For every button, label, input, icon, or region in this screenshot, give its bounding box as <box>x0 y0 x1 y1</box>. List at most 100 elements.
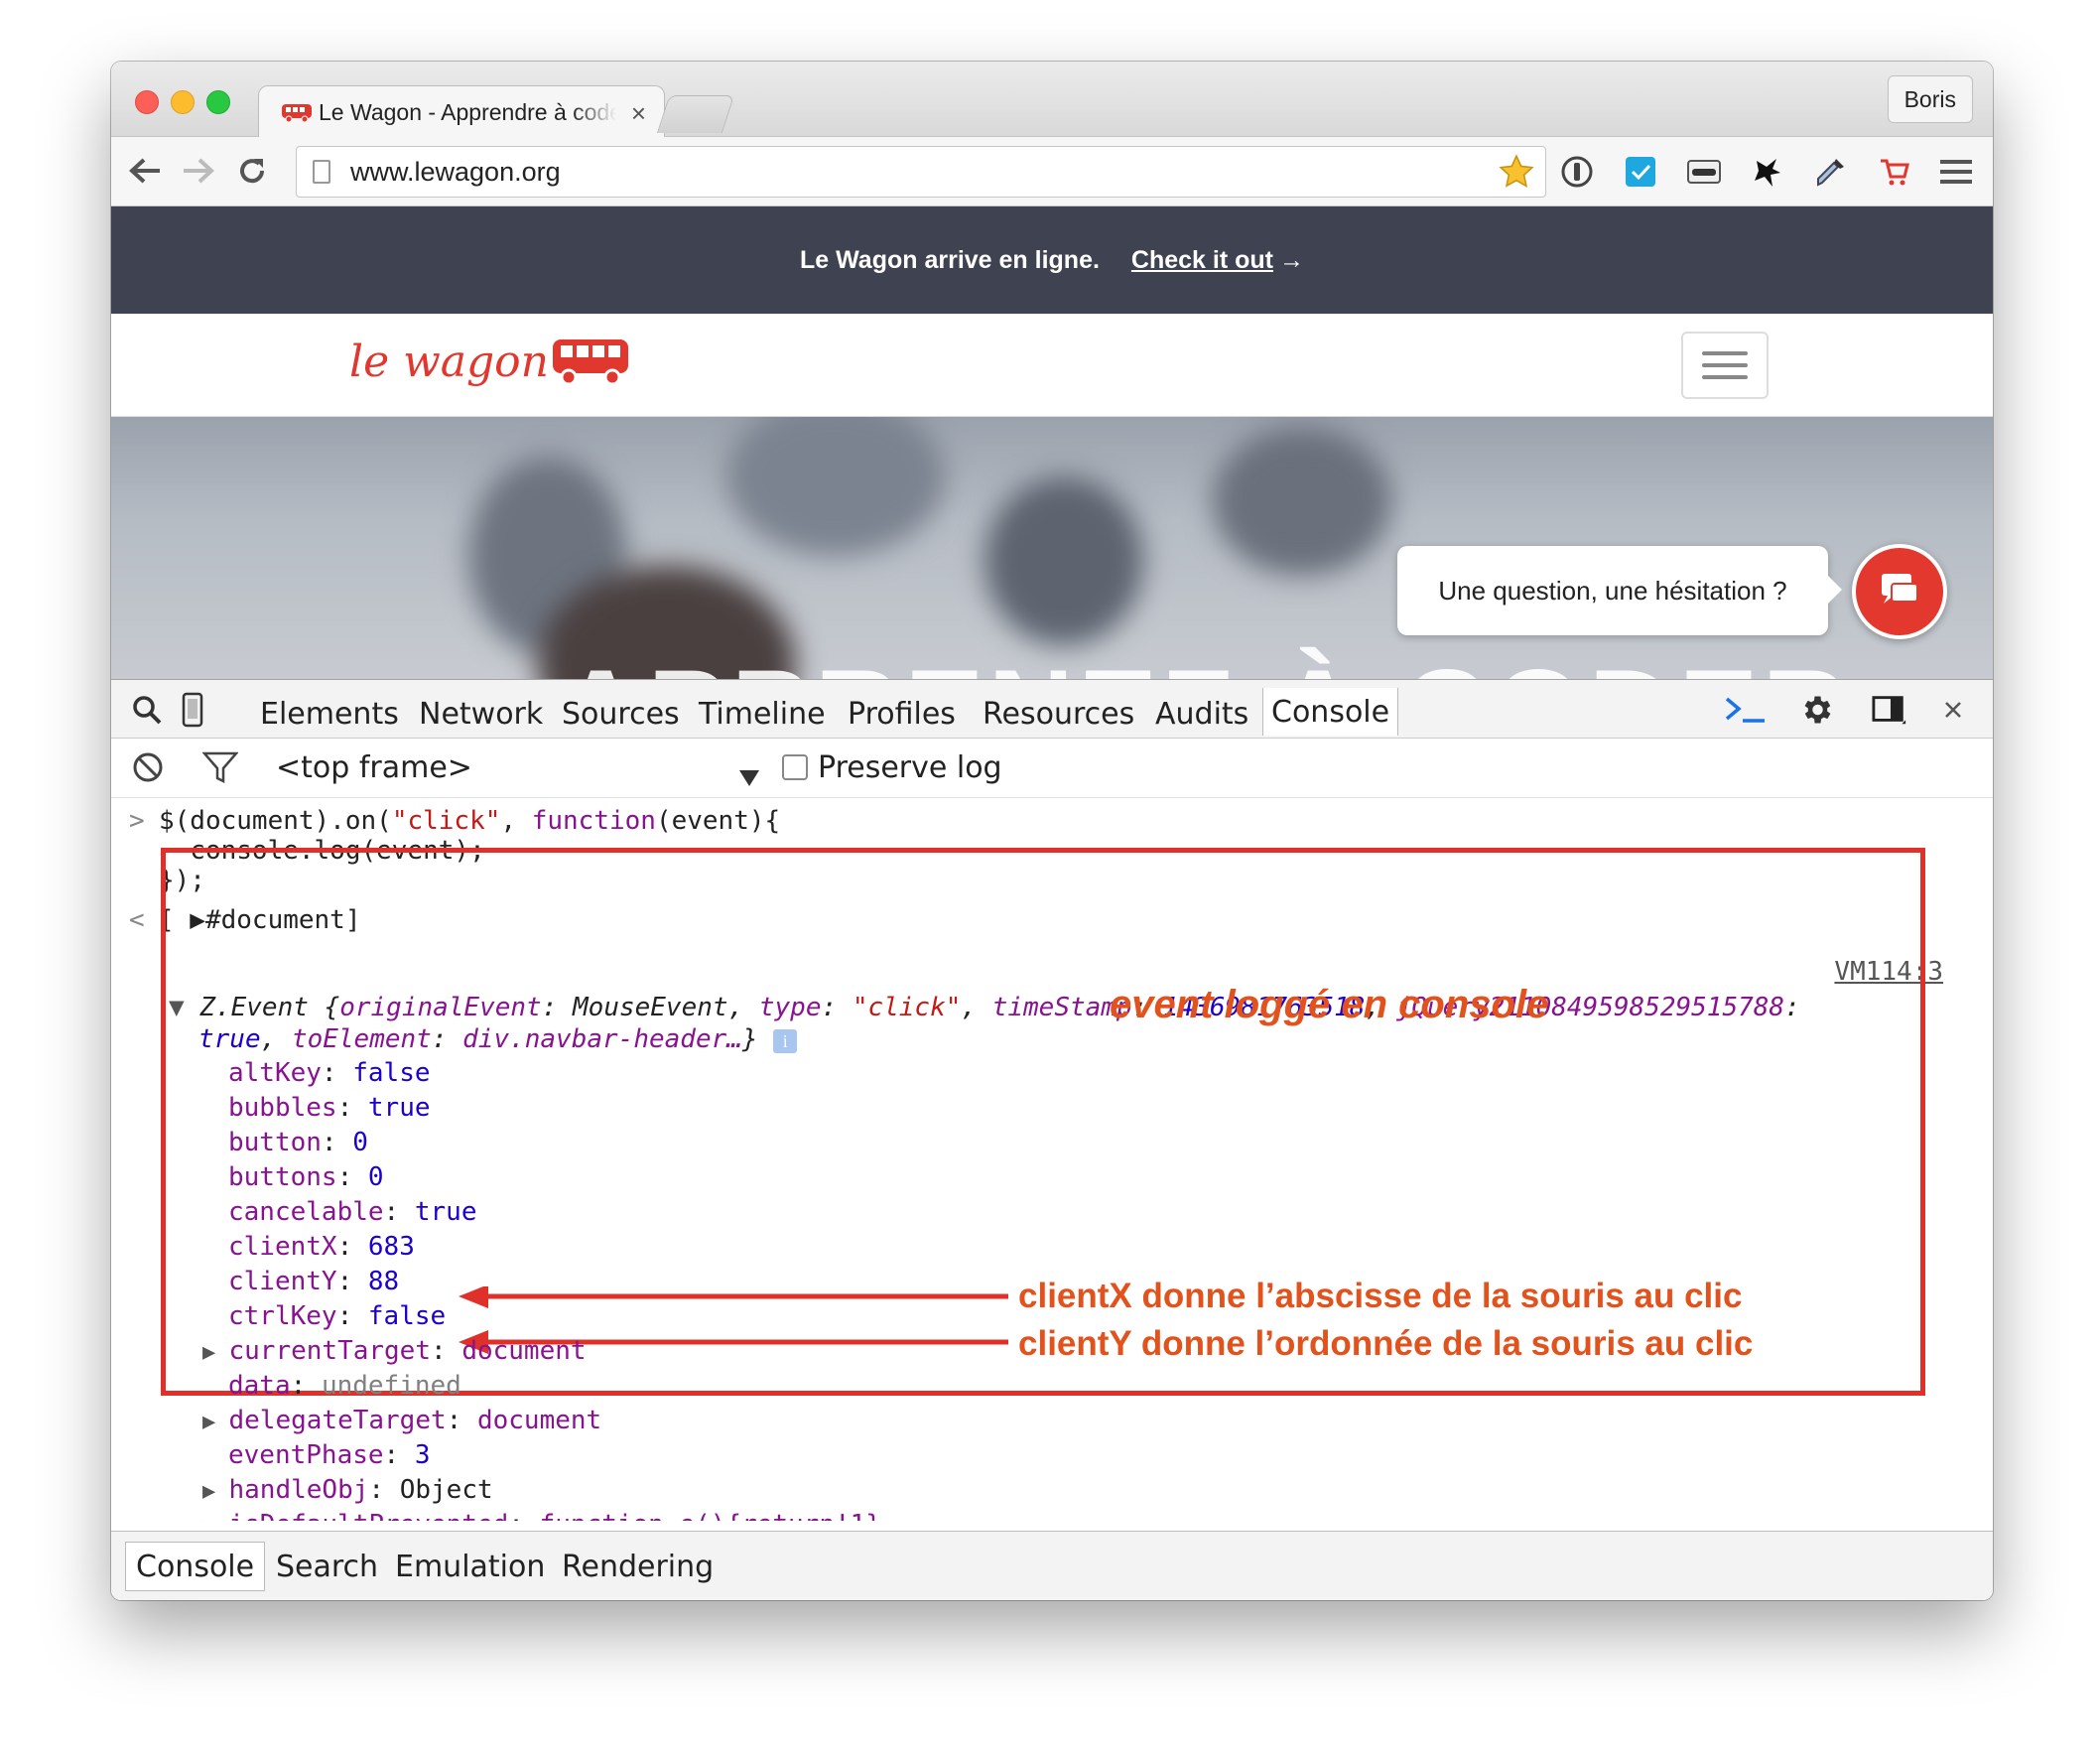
property-row[interactable]: ▶ handleObj: Object <box>202 1475 493 1505</box>
ninja-extension-icon[interactable] <box>1749 153 1786 191</box>
property-key: cancelable <box>228 1197 384 1227</box>
filter-funnel-icon[interactable] <box>201 750 239 792</box>
profile-button[interactable]: Boris <box>1887 75 1973 123</box>
property-value: false <box>367 1301 447 1331</box>
browser-toolbar: www.lewagon.org <box>111 137 1993 206</box>
property-row: clientX: 683 <box>228 1232 415 1262</box>
drawer-tab-rendering[interactable]: Rendering <box>562 1542 714 1591</box>
forward-arrow-icon <box>184 158 214 184</box>
expand-triangle-icon[interactable]: ▶ <box>202 1479 229 1504</box>
property-key: delegateTarget <box>228 1406 447 1435</box>
property-value: 0 <box>352 1128 368 1157</box>
chat-button[interactable] <box>1852 544 1947 639</box>
property-key: clientX <box>228 1232 337 1262</box>
back-button[interactable] <box>125 151 165 191</box>
device-mode-icon[interactable] <box>175 692 210 728</box>
tab-sources[interactable]: Sources <box>562 692 680 736</box>
page-icon <box>313 160 330 184</box>
address-bar[interactable]: www.lewagon.org <box>296 146 1546 198</box>
info-icon[interactable]: i <box>773 1029 798 1053</box>
preserve-log-label: Preserve log <box>818 750 1002 785</box>
url-text: www.lewagon.org <box>350 156 561 187</box>
browser-window: Le Wagon - Apprendre à coder × Boris www… <box>111 62 1993 1600</box>
expand-triangle-icon[interactable]: ▶ <box>202 1410 229 1434</box>
hamburger-bar <box>1702 363 1748 367</box>
console-input-line: $(document).on("click", function(event){ <box>159 806 780 836</box>
onepassword-icon[interactable] <box>1558 153 1596 191</box>
shopping-cart-icon[interactable] <box>1876 153 1913 191</box>
title-bar: Le Wagon - Apprendre à coder × Boris <box>111 62 1993 139</box>
property-row: altKey: false <box>228 1058 431 1088</box>
bookmark-star-icon[interactable] <box>1498 153 1535 191</box>
scroll-clip <box>111 1521 1993 1531</box>
close-devtools-icon[interactable] <box>1935 692 1971 728</box>
close-window-button[interactable] <box>135 90 159 114</box>
tab-title: Le Wagon - Apprendre à coder <box>319 99 616 125</box>
hero-section: APPRENEZ À CODER Une question, une hésit… <box>111 417 1993 679</box>
new-tab-button[interactable] <box>656 95 735 133</box>
property-key: clientY <box>228 1267 337 1296</box>
code-fragment: $(document).on( <box>159 806 392 836</box>
browser-tab[interactable]: Le Wagon - Apprendre à coder × <box>258 85 665 139</box>
drawer-tab-emulation[interactable]: Emulation <box>395 1542 545 1591</box>
chat-prompt-bubble[interactable]: Une question, une hésitation ? <box>1397 546 1842 635</box>
inspect-search-icon[interactable] <box>129 692 165 728</box>
eyedropper-icon[interactable] <box>1812 153 1850 191</box>
property-row: buttons: 0 <box>228 1162 384 1192</box>
hero-title: APPRENEZ À CODER <box>558 643 1852 679</box>
property-row[interactable]: ▶ currentTarget: document <box>202 1336 587 1366</box>
menu-icon[interactable] <box>1937 153 1975 191</box>
drawer-tab-search[interactable]: Search <box>276 1542 378 1591</box>
hero-photo-shape <box>1213 427 1391 576</box>
chat-icon <box>1882 574 1918 604</box>
annotation-title: event loggé en console <box>1110 983 1549 1026</box>
frame-selector[interactable]: <top frame> <box>276 750 472 785</box>
tab-profiles[interactable]: Profiles <box>848 692 956 736</box>
event-summary-line[interactable]: ▼ Z.Event {originalEvent: MouseEvent, ty… <box>169 993 1800 1022</box>
property-value: false <box>352 1058 431 1088</box>
forward-button[interactable] <box>179 151 218 191</box>
property-key: bubbles <box>228 1093 337 1123</box>
checklist-extension-icon[interactable] <box>1622 153 1659 191</box>
bus-icon <box>282 103 312 122</box>
hero-photo-shape <box>726 417 945 556</box>
check-it-out-link[interactable]: Check it out <box>1131 246 1273 275</box>
summary-value: div.navbar-header… <box>462 1024 742 1054</box>
zoom-window-button[interactable] <box>206 90 230 114</box>
logo-text: le wagon <box>349 336 549 387</box>
clear-console-icon[interactable] <box>131 750 165 792</box>
tab-audits[interactable]: Audits <box>1155 692 1248 736</box>
drawer-tab-console[interactable]: Console <box>125 1542 266 1591</box>
event-summary-line: true, toElement: div.navbar-header…} i <box>198 1024 798 1054</box>
hamburger-menu-button[interactable] <box>1681 332 1769 399</box>
property-value: document <box>461 1336 587 1366</box>
expand-triangle-icon[interactable]: ▶ <box>202 1340 229 1365</box>
settings-gear-icon[interactable] <box>1798 692 1834 728</box>
back-arrow-icon <box>129 158 160 184</box>
property-value: 0 <box>367 1162 384 1192</box>
property-value: true <box>367 1093 431 1123</box>
chevron-down-icon[interactable] <box>738 760 760 795</box>
arrow-head-icon <box>459 1286 488 1308</box>
property-value: undefined <box>321 1371 461 1401</box>
preserve-log-checkbox[interactable] <box>782 754 808 780</box>
tab-elements[interactable]: Elements <box>260 692 399 736</box>
property-row: cancelable: true <box>228 1197 477 1227</box>
input-prompt-icon: > <box>129 806 145 836</box>
incognito-mask-icon[interactable] <box>1685 153 1723 191</box>
tab-network[interactable]: Network <box>419 692 543 736</box>
show-drawer-icon[interactable] <box>1721 692 1769 728</box>
close-tab-icon[interactable]: × <box>631 98 646 129</box>
tab-resources[interactable]: Resources <box>983 692 1134 736</box>
tab-console[interactable]: Console <box>1262 688 1399 736</box>
dock-side-icon[interactable] <box>1872 692 1907 728</box>
bus-icon <box>553 339 628 386</box>
le-wagon-logo[interactable]: le wagon <box>349 336 632 387</box>
property-row: eventPhase: 3 <box>228 1440 431 1470</box>
minimize-window-button[interactable] <box>171 90 195 114</box>
property-row[interactable]: ▶ delegateTarget: document <box>202 1406 601 1435</box>
reload-button[interactable] <box>232 151 272 191</box>
expand-triangle-icon[interactable]: ▼ <box>169 993 185 1022</box>
property-row: clientY: 88 <box>228 1267 400 1296</box>
tab-timeline[interactable]: Timeline <box>699 692 826 736</box>
